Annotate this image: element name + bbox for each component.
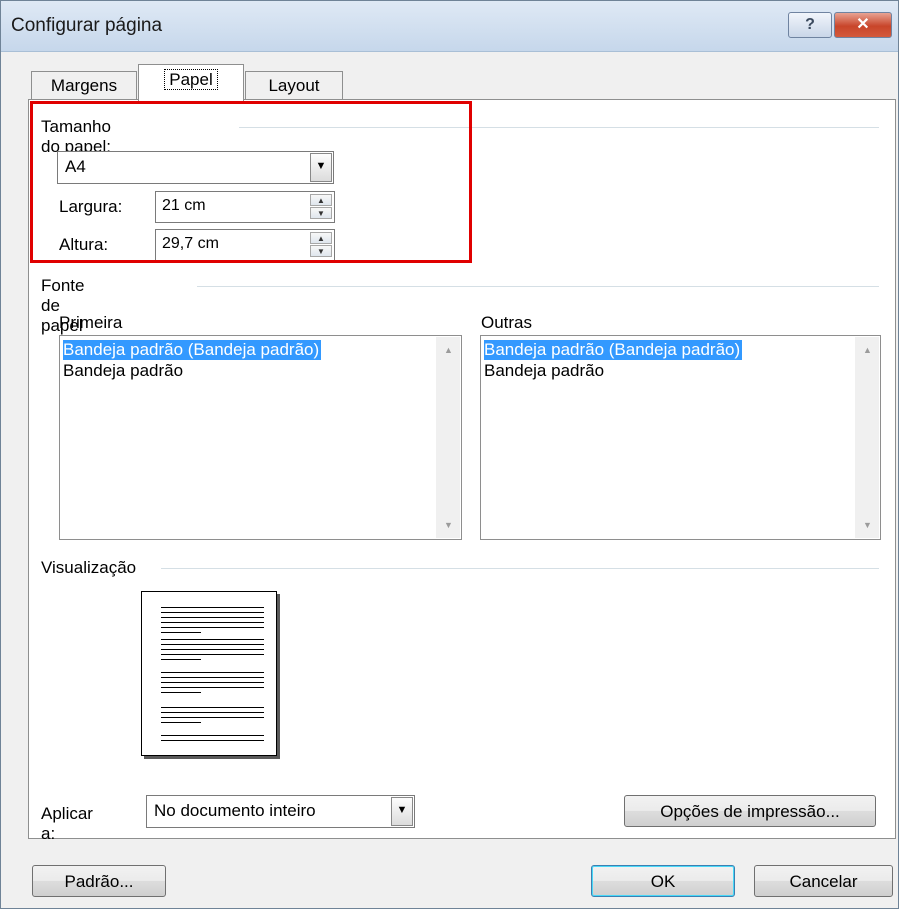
page-preview (141, 591, 277, 756)
scroll-down-icon[interactable]: ▼ (444, 520, 453, 530)
window-title: Configurar página (11, 15, 163, 36)
list-item[interactable]: Bandeja padrão (484, 361, 604, 381)
print-options-button[interactable]: Opções de impressão... (624, 795, 876, 827)
help-button[interactable]: ? (788, 12, 832, 38)
list-item[interactable]: Bandeja padrão (63, 361, 183, 381)
first-page-list[interactable]: Bandeja padrão (Bandeja padrão) Bandeja … (59, 335, 462, 540)
preview-line (161, 617, 264, 618)
preview-line (161, 627, 264, 628)
close-button[interactable]: ✕ (834, 12, 892, 38)
preview-line (161, 682, 264, 683)
preview-line (161, 622, 264, 623)
preview-group-label: Visualização (41, 558, 137, 577)
scroll-down-icon[interactable]: ▼ (863, 520, 872, 530)
apply-to-label: Aplicar a: (41, 804, 93, 843)
tab-papel[interactable]: Papel (138, 64, 244, 101)
cancel-button[interactable]: Cancelar (754, 865, 893, 897)
preview-line (161, 740, 264, 741)
scroll-up-icon[interactable]: ▲ (863, 345, 872, 355)
preview-line (161, 649, 264, 650)
tab-layout[interactable]: Layout (245, 71, 343, 100)
preview-line (161, 687, 264, 688)
list-item[interactable]: Bandeja padrão (Bandeja padrão) (63, 340, 322, 360)
scrollbar[interactable]: ▲ ▼ (855, 337, 879, 538)
preview-line (161, 722, 201, 723)
divider (161, 568, 879, 569)
other-pages-list[interactable]: Bandeja padrão (Bandeja padrão) Bandeja … (480, 335, 881, 540)
tab-papel-label: Papel (164, 69, 218, 90)
page-setup-dialog: Configurar página ? ✕ Margens Papel Layo… (0, 0, 899, 909)
preview-line (161, 717, 264, 718)
preview-line (161, 654, 264, 655)
title-bar[interactable]: Configurar página ? ✕ (1, 1, 898, 52)
ok-button[interactable]: OK (591, 865, 735, 897)
apply-to-select[interactable]: No documento inteiro ▼ (146, 795, 415, 828)
preview-line (161, 607, 264, 608)
default-button[interactable]: Padrão... (32, 865, 166, 897)
preview-line (161, 672, 264, 673)
preview-line (161, 612, 264, 613)
preview-line (161, 639, 264, 640)
preview-line (161, 712, 264, 713)
preview-line (161, 735, 264, 736)
divider (197, 286, 879, 287)
chevron-down-icon[interactable]: ▼ (391, 797, 413, 826)
tab-margens[interactable]: Margens (31, 71, 137, 100)
scrollbar[interactable]: ▲ ▼ (436, 337, 460, 538)
preview-line (161, 707, 264, 708)
preview-line (161, 677, 264, 678)
preview-line (161, 659, 201, 660)
preview-line (161, 644, 264, 645)
list-item[interactable]: Bandeja padrão (Bandeja padrão) (484, 340, 743, 360)
preview-line (161, 692, 201, 693)
apply-to-value: No documento inteiro (154, 801, 316, 820)
scroll-up-icon[interactable]: ▲ (444, 345, 453, 355)
paper-size-highlight (30, 101, 472, 263)
preview-line (161, 632, 201, 633)
